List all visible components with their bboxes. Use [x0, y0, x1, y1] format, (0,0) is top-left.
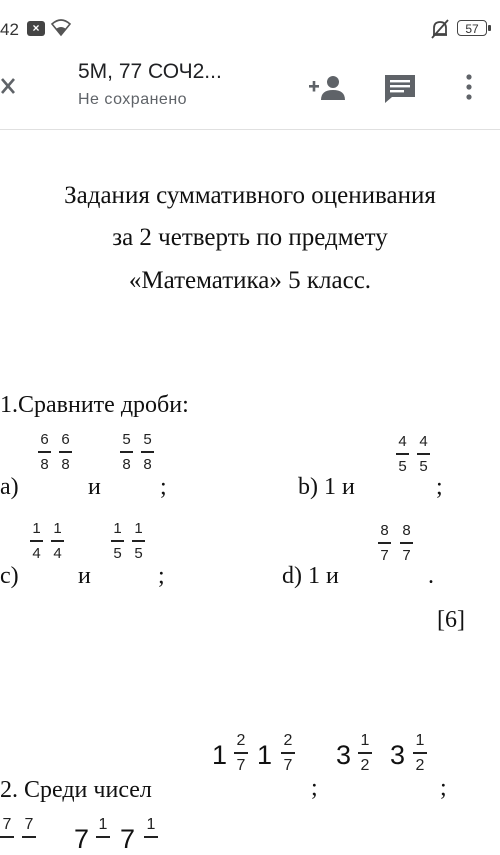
fraction: 12: [358, 732, 372, 774]
fraction: 87: [400, 523, 413, 564]
fraction: 45: [417, 434, 430, 475]
fraction: 27: [234, 732, 248, 774]
mixed-number-whole: 1: [257, 740, 273, 770]
fraction: 58: [141, 432, 154, 473]
fraction: 7: [22, 816, 36, 841]
mixed-number-whole: 7: [74, 824, 90, 854]
more-options-icon[interactable]: [464, 72, 474, 102]
notification-x-icon: ×: [27, 21, 45, 36]
status-time: 42: [0, 20, 19, 39]
wifi-icon: [50, 19, 72, 37]
task2-separator: ;: [440, 775, 447, 801]
task1-a-end: ;: [160, 474, 167, 500]
task1-d-end: .: [428, 563, 434, 589]
battery-indicator: 57: [457, 20, 491, 36]
fraction: 27: [281, 732, 295, 774]
heading-line-3: «Математика» 5 класс.: [128, 267, 372, 294]
fraction: 7: [0, 816, 14, 841]
task2-separator: ;: [311, 775, 318, 801]
fraction: 14: [30, 521, 43, 562]
task1-c-end: ;: [158, 563, 165, 589]
status-bar: 42 × 57: [0, 0, 500, 58]
task1-d-label: d) 1 и: [282, 563, 339, 589]
heading-line-2: за 2 четверть по предмету: [112, 224, 388, 251]
fraction: 1: [144, 816, 158, 841]
mixed-number-whole: 7: [120, 824, 136, 854]
fraction: 87: [378, 523, 391, 564]
fraction: 45: [396, 434, 409, 475]
document-body: Задания суммативного оценивания за 2 чет…: [0, 130, 500, 854]
app-bar: 5М, 77 СОЧ2... Не сохранено: [0, 58, 500, 130]
document-title: 5М, 77 СОЧ2...: [78, 60, 222, 83]
task1-title: 1.Сравните дроби:: [0, 392, 189, 418]
task1-c-and: и: [78, 563, 91, 589]
fraction: 15: [111, 521, 124, 562]
task2-title: 2. Среди чисел: [0, 777, 152, 803]
mixed-number-whole: 3: [336, 740, 352, 770]
fraction: 12: [413, 732, 427, 774]
mute-icon: [431, 19, 449, 39]
fraction: 15: [132, 521, 145, 562]
comment-icon[interactable]: [384, 73, 416, 103]
close-icon[interactable]: [0, 76, 22, 98]
task1-b-label: b) 1 и: [298, 474, 355, 500]
fraction: 1: [96, 816, 110, 841]
add-person-icon[interactable]: [309, 74, 345, 102]
task1-a-label: a): [0, 474, 19, 500]
mixed-number-whole: 1: [212, 740, 228, 770]
task1-a-and: и: [88, 474, 101, 500]
mixed-number-whole: 3: [390, 740, 406, 770]
fraction: 58: [120, 432, 133, 473]
save-status: Не сохранено: [78, 91, 188, 108]
task1-b-end: ;: [436, 474, 443, 500]
fraction: 68: [59, 432, 72, 473]
heading-line-1: Задания суммативного оценивания: [64, 182, 436, 209]
task1-score: [6]: [437, 607, 465, 633]
fraction: 68: [38, 432, 51, 473]
task1-c-label: c): [0, 563, 19, 589]
fraction: 14: [51, 521, 64, 562]
